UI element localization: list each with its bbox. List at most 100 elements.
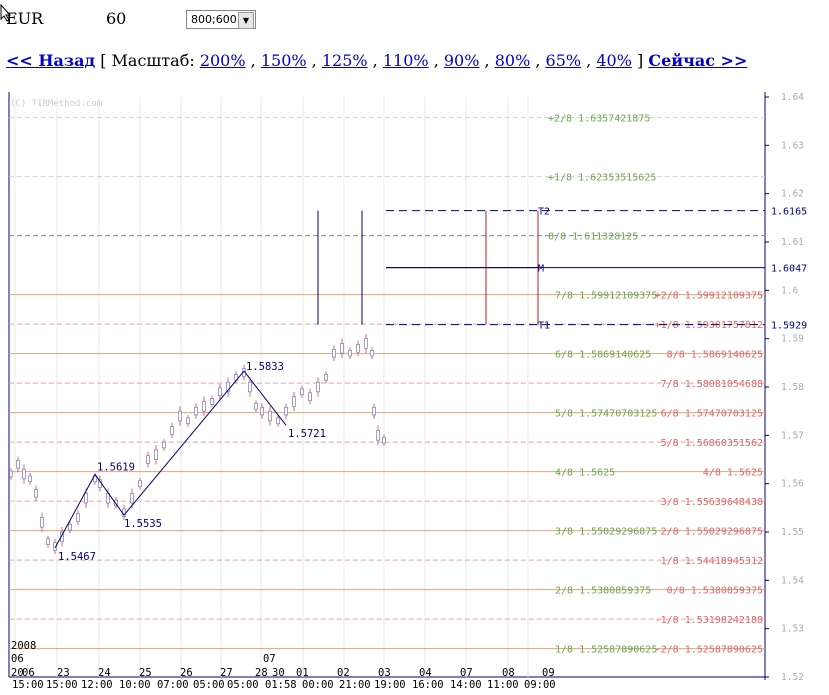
x-year-label: 2008	[11, 640, 36, 652]
x-time-label: 15:00	[46, 679, 78, 691]
size-select-value: 800;600	[191, 13, 237, 26]
candle-body	[178, 410, 182, 422]
candle-body	[348, 349, 352, 357]
scale-link-200[interactable]: 200%	[200, 51, 246, 70]
plot-area: 1.64 1.63 1.62 1.61 1.6 1.59 1.58 1.57 1.56 1.55 1…	[8, 92, 815, 691]
candle-body	[210, 398, 214, 405]
top-bar: EUR 60 800;600 ▼	[0, 0, 829, 40]
x-time-label: 10:00	[119, 679, 151, 691]
candle-body	[308, 392, 312, 401]
candle-body	[186, 417, 190, 425]
y-tick-label: 1.64	[781, 92, 804, 103]
marker-value: 1.6047	[771, 264, 807, 275]
y-tick-label: 1.58	[781, 382, 804, 393]
level-label-red: -2/8 1.52587890625	[655, 645, 763, 656]
candle-body	[332, 348, 336, 358]
x-day-label: 04	[419, 667, 432, 679]
x-time-label: 09:00	[524, 679, 556, 691]
zigzag-label: 1.5721	[288, 428, 326, 440]
level-label-green: 1/8 1.52587890625	[555, 645, 657, 656]
x-time-label: 00:00	[302, 679, 334, 691]
x-time-label: 12:00	[81, 679, 113, 691]
candle-body	[372, 406, 376, 416]
y-tick-label: 1.52	[781, 672, 804, 683]
candle-body	[9, 470, 13, 478]
chevron-down-icon[interactable]: ▼	[238, 12, 254, 29]
x-time-label: 11:00	[487, 679, 519, 691]
x-time-label: 15:00	[12, 679, 44, 691]
candle-body	[138, 480, 142, 487]
x-day-label: 23	[57, 667, 70, 679]
candle-body	[22, 468, 26, 480]
back-link[interactable]: << Назад	[6, 51, 95, 70]
level-label-green: 7/8 1.59912109375	[555, 291, 657, 302]
candle-body	[324, 374, 328, 381]
x-day-label: 26	[180, 667, 193, 679]
candle-body	[68, 523, 72, 531]
candle-body	[146, 455, 150, 464]
timeframe-label: 60	[106, 9, 127, 28]
scale-link-65[interactable]: 65%	[546, 51, 582, 70]
level-label-red: 2/8 1.55029296875	[661, 527, 763, 538]
x-day-label: 09	[542, 667, 555, 679]
candle-body	[284, 406, 288, 416]
x-day-label: 02	[337, 667, 350, 679]
y-tick-label: 1.63	[781, 140, 804, 151]
y-tick-label: 1.6	[781, 285, 798, 296]
marker-label: T2	[538, 207, 550, 218]
candle-body	[218, 387, 222, 397]
level-label-red: 8/8 1.5869140625	[667, 350, 763, 361]
level-label-green: +2/8 1.6357421875	[548, 114, 650, 125]
y-tick-label: 1.55	[781, 527, 804, 538]
bracket-open: [	[100, 51, 107, 70]
scale-link-125[interactable]: 125%	[322, 51, 368, 70]
size-select[interactable]: 800;600 ▼	[186, 10, 256, 29]
level-label-red: +2/8 1.59912109375	[655, 291, 763, 302]
candle-body	[34, 489, 38, 498]
marker-label: T1	[538, 321, 550, 332]
scale-link-110[interactable]: 110%	[383, 51, 429, 70]
x-day-label: 01	[296, 667, 309, 679]
zigzag-label: 1.5467	[58, 551, 96, 563]
candle-body	[260, 406, 264, 416]
scale-nav: << Назад [ Масштаб: 200% , 150% , 125% ,…	[6, 51, 748, 70]
candle-body	[370, 349, 374, 357]
level-label-green: 5/8 1.57470703125	[555, 409, 657, 420]
scale-link-40[interactable]: 40%	[596, 51, 632, 70]
x-day-label: 20	[11, 667, 24, 679]
x-month-label: 06	[11, 653, 24, 665]
x-time-label: 07:00	[157, 679, 189, 691]
level-label-green: 2/8 1.5380859375	[555, 586, 651, 597]
level-label-red: 3/8 1.55639648438	[661, 497, 763, 508]
copyright-label: (C) TIRMethod.com	[10, 99, 102, 109]
candle-body	[170, 426, 174, 435]
candle-body	[268, 410, 272, 422]
scale-link-150[interactable]: 150%	[261, 51, 307, 70]
scale-link-80[interactable]: 80%	[495, 51, 531, 70]
candle-body	[28, 475, 32, 483]
marker-value: 1.5929	[771, 321, 807, 332]
x-day-label: 08	[502, 667, 515, 679]
level-label-green: 6/8 1.5869140625	[555, 350, 651, 361]
candle-body	[16, 460, 20, 469]
x-day-label: 25	[139, 667, 152, 679]
x-day-label: 06	[22, 667, 35, 679]
price-chart: (C) TIRMethod.com 1.64 1.63 1.62 1.61 1.6 1.5…	[8, 92, 815, 691]
x-day-label: 07	[460, 667, 473, 679]
zigzag-label: 1.5535	[124, 518, 162, 530]
level-label-red: 1/8 1.54418945312	[661, 556, 763, 567]
level-label-green: 3/8 1.55029296875	[555, 527, 657, 538]
scale-link-90[interactable]: 90%	[444, 51, 480, 70]
level-label-green: 4/8 1.5625	[555, 468, 615, 479]
x-day-label: 30	[272, 667, 285, 679]
candle-body	[194, 406, 198, 416]
candle-body	[248, 381, 252, 393]
now-link[interactable]: Сейчас >>	[648, 51, 747, 70]
level-label-red: 6/8 1.57470703125	[661, 409, 763, 420]
marker-value: 1.6165	[771, 207, 807, 218]
candle-body	[316, 381, 320, 393]
candle-body	[340, 343, 344, 354]
level-label-green: 8/8 1.611328125	[548, 232, 638, 243]
candle-body	[40, 517, 44, 528]
level-label-red: 4/8 1.5625	[703, 468, 763, 479]
